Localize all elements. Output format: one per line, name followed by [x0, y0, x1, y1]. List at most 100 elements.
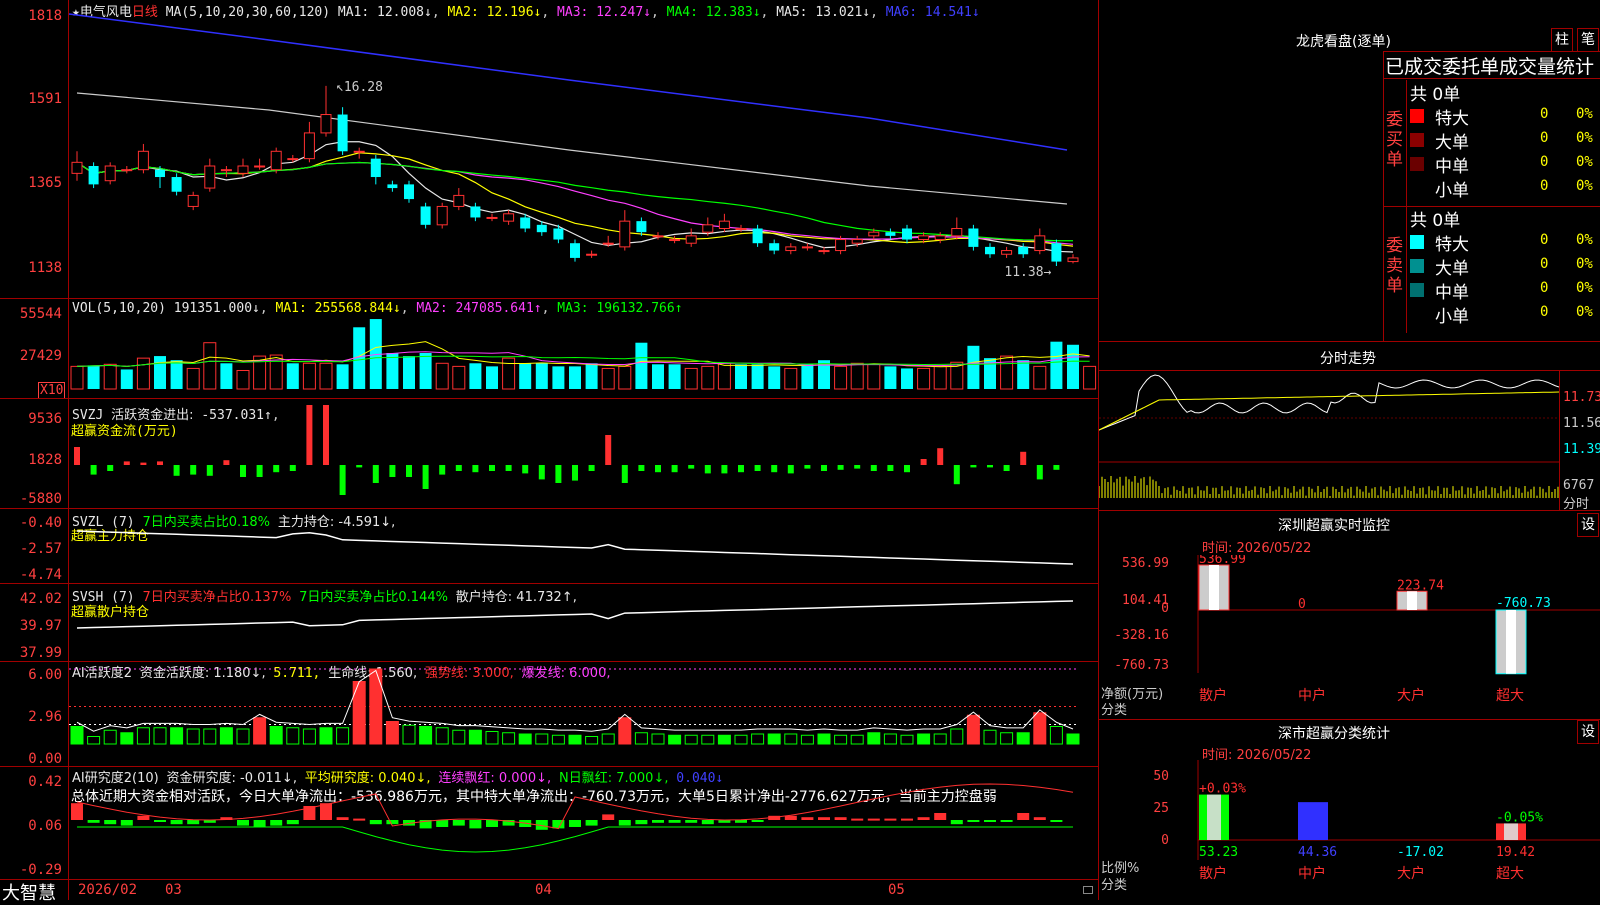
monitor-bar-highlight	[1209, 565, 1219, 610]
research-bar	[818, 817, 830, 820]
activity-bar	[585, 736, 599, 745]
monitor-settings-button[interactable]: 设	[1577, 513, 1599, 537]
research-bar	[237, 820, 249, 826]
vol-bar	[452, 365, 466, 390]
svsh-chart[interactable]	[69, 584, 1098, 662]
vol-chart[interactable]	[69, 299, 1098, 398]
vol-bar	[70, 365, 84, 390]
buy-color-swatch	[1410, 157, 1424, 171]
research-bar	[187, 820, 200, 825]
buy-side-label: 委买单	[1386, 110, 1403, 170]
vol-bar	[901, 368, 913, 389]
research-bar	[867, 818, 880, 821]
flow-bar	[356, 465, 363, 468]
candle-body	[735, 228, 747, 230]
classify-value: 19.42	[1496, 845, 1535, 860]
flow-bar	[140, 462, 147, 465]
brand-logo[interactable]: 大智慧	[2, 879, 56, 905]
sell-row-percent: 0%	[1576, 304, 1593, 320]
monitor-chart[interactable]: 536.99104.410-328.16-760.73536.99散户0中户22…	[1099, 555, 1600, 715]
candle-body	[918, 235, 930, 241]
research-bar	[369, 820, 382, 825]
activity-bar	[800, 734, 814, 745]
ai2-tick: 0.06	[28, 818, 62, 834]
vol-bar	[618, 365, 632, 390]
svzl-chart[interactable]	[69, 509, 1098, 583]
candle-body	[204, 165, 216, 189]
flow-bar	[1053, 465, 1060, 470]
candle-body	[270, 150, 282, 171]
activity-bar	[966, 714, 980, 745]
lhb-tabs[interactable]: 已成交委托单成交量统计	[1385, 52, 1594, 79]
activity-bar	[385, 721, 399, 745]
flow-bar	[522, 465, 529, 474]
activity-bar	[601, 733, 615, 745]
flow-bar	[655, 465, 661, 473]
activity-bar	[651, 733, 665, 745]
tick-mode-button[interactable]: 笔	[1577, 28, 1599, 52]
svzj-tick: 9536	[28, 411, 62, 427]
monitor-bar-highlight	[1407, 591, 1417, 610]
activity-bar	[883, 733, 897, 745]
research-bar	[934, 813, 947, 820]
vol-bar	[519, 363, 532, 389]
flow-bar	[555, 465, 562, 483]
lock-icon[interactable]	[1083, 886, 1093, 894]
vol-bar	[403, 356, 415, 389]
candle-body	[155, 169, 165, 178]
monitor-title: 深圳超赢实时监控	[1278, 518, 1390, 534]
activity-bar	[917, 733, 931, 745]
monitor-category: 超大	[1496, 688, 1524, 704]
candle-body	[652, 235, 664, 238]
research-bar	[668, 820, 681, 823]
flow-bar	[256, 465, 263, 477]
sell-color-swatch	[1410, 259, 1424, 273]
flow-bar	[572, 465, 578, 481]
sell-total: 共 0单	[1410, 211, 1461, 231]
research-bar	[137, 815, 150, 820]
sell-color-swatch	[1410, 283, 1424, 297]
low-price-label: 11.38→	[1004, 265, 1051, 280]
ai1-chart[interactable]	[69, 662, 1098, 767]
vol-bar	[136, 357, 150, 390]
monitor-bar-value: -760.73	[1496, 596, 1551, 611]
x-date-label: 2026/02	[78, 882, 138, 898]
monitor-bar-value: 0	[1298, 597, 1306, 612]
bar-mode-button[interactable]: 柱	[1551, 28, 1573, 52]
sell-row-count: 0	[1540, 232, 1549, 248]
buy-row-count: 0	[1540, 106, 1549, 122]
retail-position-line	[76, 600, 1074, 629]
flow-bar	[904, 465, 910, 473]
x-date-label: 03	[165, 882, 182, 898]
fenshi-chart[interactable]	[1099, 370, 1559, 510]
ai2-chart[interactable]	[69, 767, 1098, 879]
research-bar	[784, 815, 797, 820]
research-bar	[486, 820, 498, 827]
classify-category: 中户	[1298, 865, 1326, 882]
activity-bar	[767, 733, 781, 745]
buy-color-swatch	[1410, 109, 1424, 123]
flow-bar	[671, 465, 678, 473]
candle-body	[951, 228, 963, 237]
svzj-chart[interactable]	[69, 399, 1098, 509]
monitor-y-tick: -760.73	[1114, 658, 1169, 673]
classify-chart[interactable]: 7550250+0.03%53.23散户44.36中户-17.02大户-0.05…	[1099, 760, 1600, 900]
buy-row-label: 小单	[1435, 181, 1469, 201]
activity-bar	[286, 727, 300, 745]
activity-bar	[1000, 732, 1014, 745]
price-chart[interactable]: ↖16.28 11.38→	[69, 0, 1098, 298]
svsh-tick: 37.99	[19, 645, 62, 661]
activity-bar	[319, 727, 333, 745]
activity-bar	[1016, 732, 1030, 745]
classify-settings-button[interactable]: 设	[1577, 720, 1599, 744]
activity-bar	[236, 728, 250, 745]
vol-bar	[552, 366, 565, 389]
research-bar	[851, 818, 864, 821]
monitor-category: 大户	[1397, 687, 1425, 704]
buy-row-percent: 0%	[1576, 178, 1593, 194]
buy-total: 共 0单	[1410, 85, 1461, 105]
vol-bar	[585, 363, 598, 389]
activity-bar	[618, 717, 632, 745]
candle-body	[818, 250, 830, 253]
candle-body	[104, 165, 116, 182]
